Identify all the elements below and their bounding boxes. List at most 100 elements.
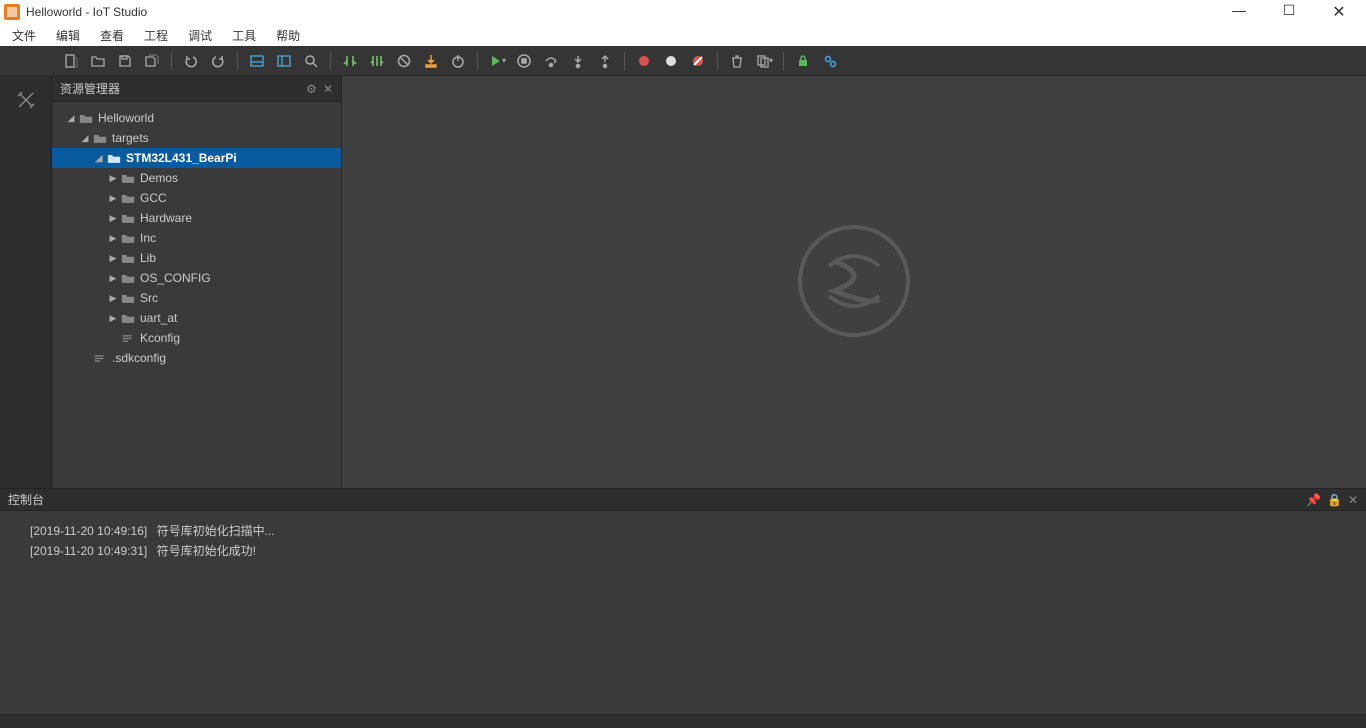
close-panel-icon[interactable]: ✕ bbox=[1348, 493, 1358, 507]
download-icon[interactable] bbox=[419, 49, 443, 73]
folder-icon bbox=[78, 113, 94, 124]
editor-area bbox=[342, 76, 1366, 488]
menu-project[interactable]: 工程 bbox=[136, 25, 176, 46]
chevron-right-icon[interactable]: ▶ bbox=[108, 273, 118, 284]
menu-view[interactable]: 查看 bbox=[92, 25, 132, 46]
tree-sdkconfig[interactable]: .sdkconfig bbox=[52, 348, 341, 368]
breakpoint-icon[interactable] bbox=[659, 49, 683, 73]
redo-icon[interactable] bbox=[206, 49, 230, 73]
chevron-right-icon[interactable]: ▶ bbox=[108, 213, 118, 224]
remove-breakpoints-icon[interactable] bbox=[686, 49, 710, 73]
folder-icon bbox=[120, 213, 136, 224]
separator bbox=[783, 52, 784, 70]
menu-debug[interactable]: 调试 bbox=[180, 25, 220, 46]
separator bbox=[171, 52, 172, 70]
tree-label: uart_at bbox=[140, 311, 177, 325]
copy-icon[interactable]: ▾ bbox=[752, 49, 776, 73]
chevron-right-icon[interactable]: ▶ bbox=[108, 253, 118, 264]
chevron-right-icon[interactable]: ▶ bbox=[108, 173, 118, 184]
chevron-right-icon[interactable]: ▶ bbox=[108, 293, 118, 304]
tree-label: Inc bbox=[140, 231, 156, 245]
tree-src[interactable]: ▶ Src bbox=[52, 288, 341, 308]
close-button[interactable]: ✕ bbox=[1324, 2, 1354, 22]
stop-icon[interactable] bbox=[512, 49, 536, 73]
toolbar: ▾ ▾ bbox=[0, 46, 1366, 76]
tree-label: Demos bbox=[140, 171, 178, 185]
tree-label: Src bbox=[140, 291, 158, 305]
step-into-icon[interactable] bbox=[566, 49, 590, 73]
folder-icon bbox=[120, 193, 136, 204]
save-all-icon[interactable] bbox=[140, 49, 164, 73]
folder-icon bbox=[120, 293, 136, 304]
menu-edit[interactable]: 编辑 bbox=[48, 25, 88, 46]
log-message: 符号库初始化成功! bbox=[157, 544, 256, 558]
left-rail bbox=[0, 76, 52, 488]
open-folder-icon[interactable] bbox=[86, 49, 110, 73]
chevron-down-icon[interactable]: ◢ bbox=[80, 133, 90, 144]
minimize-button[interactable]: — bbox=[1224, 2, 1254, 22]
console-header: 控制台 📌 🔒 ✕ bbox=[0, 489, 1366, 511]
tree-label: Kconfig bbox=[140, 331, 180, 345]
separator bbox=[477, 52, 478, 70]
log-line: [2019-11-20 10:49:16] 符号库初始化扫描中... bbox=[30, 521, 1336, 541]
menu-help[interactable]: 帮助 bbox=[268, 25, 308, 46]
power-icon[interactable] bbox=[446, 49, 470, 73]
file-tree[interactable]: ◢ Helloworld ◢ targets ◢ STM32L431_BearP… bbox=[52, 102, 341, 488]
design-tools-icon[interactable] bbox=[8, 82, 44, 118]
lock-icon[interactable]: 🔒 bbox=[1327, 493, 1342, 507]
folder-icon bbox=[120, 233, 136, 244]
tree-inc[interactable]: ▶ Inc bbox=[52, 228, 341, 248]
separator bbox=[330, 52, 331, 70]
toggle-panel-icon[interactable] bbox=[245, 49, 269, 73]
pin-icon[interactable]: 📌 bbox=[1306, 493, 1321, 507]
save-icon[interactable] bbox=[113, 49, 137, 73]
tree-targets[interactable]: ◢ targets bbox=[52, 128, 341, 148]
gear-icon[interactable]: ⚙ bbox=[306, 82, 317, 96]
lock-icon[interactable] bbox=[791, 49, 815, 73]
tree-hardware[interactable]: ▶ Hardware bbox=[52, 208, 341, 228]
folder-icon bbox=[120, 273, 136, 284]
console-title: 控制台 bbox=[8, 491, 44, 508]
menu-tools[interactable]: 工具 bbox=[224, 25, 264, 46]
toggle-sidebar-icon[interactable] bbox=[272, 49, 296, 73]
tree-label: Helloworld bbox=[98, 111, 154, 125]
undo-icon[interactable] bbox=[179, 49, 203, 73]
record-icon[interactable] bbox=[632, 49, 656, 73]
chevron-right-icon[interactable]: ▶ bbox=[108, 313, 118, 324]
chevron-down-icon[interactable]: ◢ bbox=[94, 153, 104, 164]
tree-label: .sdkconfig bbox=[112, 351, 166, 365]
window-title: Helloworld - IoT Studio bbox=[26, 5, 147, 19]
rebuild-icon[interactable] bbox=[365, 49, 389, 73]
separator bbox=[624, 52, 625, 70]
menu-file[interactable]: 文件 bbox=[4, 25, 44, 46]
menubar: 文件 编辑 查看 工程 调试 工具 帮助 bbox=[0, 24, 1366, 46]
tree-demos[interactable]: ▶ Demos bbox=[52, 168, 341, 188]
tree-uart[interactable]: ▶ uart_at bbox=[52, 308, 341, 328]
folder-icon bbox=[120, 173, 136, 184]
step-over-icon[interactable] bbox=[539, 49, 563, 73]
chevron-down-icon[interactable]: ◢ bbox=[66, 113, 76, 124]
tree-kconfig[interactable]: Kconfig bbox=[52, 328, 341, 348]
search-icon[interactable] bbox=[299, 49, 323, 73]
run-icon[interactable]: ▾ bbox=[485, 49, 509, 73]
new-file-icon[interactable] bbox=[59, 49, 83, 73]
stop-build-icon[interactable] bbox=[392, 49, 416, 73]
horizontal-scrollbar[interactable] bbox=[0, 714, 1366, 728]
tree-lib[interactable]: ▶ Lib bbox=[52, 248, 341, 268]
separator bbox=[717, 52, 718, 70]
chevron-right-icon[interactable]: ▶ bbox=[108, 233, 118, 244]
tree-stm32-selected[interactable]: ◢ STM32L431_BearPi bbox=[52, 148, 341, 168]
settings-icon[interactable] bbox=[818, 49, 842, 73]
explorer-panel: 资源管理器 ⚙ ✕ ◢ Helloworld ◢ targets bbox=[52, 76, 342, 488]
maximize-button[interactable]: ☐ bbox=[1274, 2, 1304, 22]
tree-gcc[interactable]: ▶ GCC bbox=[52, 188, 341, 208]
tree-root[interactable]: ◢ Helloworld bbox=[52, 108, 341, 128]
step-out-icon[interactable] bbox=[593, 49, 617, 73]
tree-osconfig[interactable]: ▶ OS_CONFIG bbox=[52, 268, 341, 288]
app-icon bbox=[4, 4, 20, 20]
console-body[interactable]: [2019-11-20 10:49:16] 符号库初始化扫描中... [2019… bbox=[0, 511, 1366, 714]
build-icon[interactable] bbox=[338, 49, 362, 73]
close-panel-icon[interactable]: ✕ bbox=[323, 82, 333, 96]
chevron-right-icon[interactable]: ▶ bbox=[108, 193, 118, 204]
trash-icon[interactable] bbox=[725, 49, 749, 73]
